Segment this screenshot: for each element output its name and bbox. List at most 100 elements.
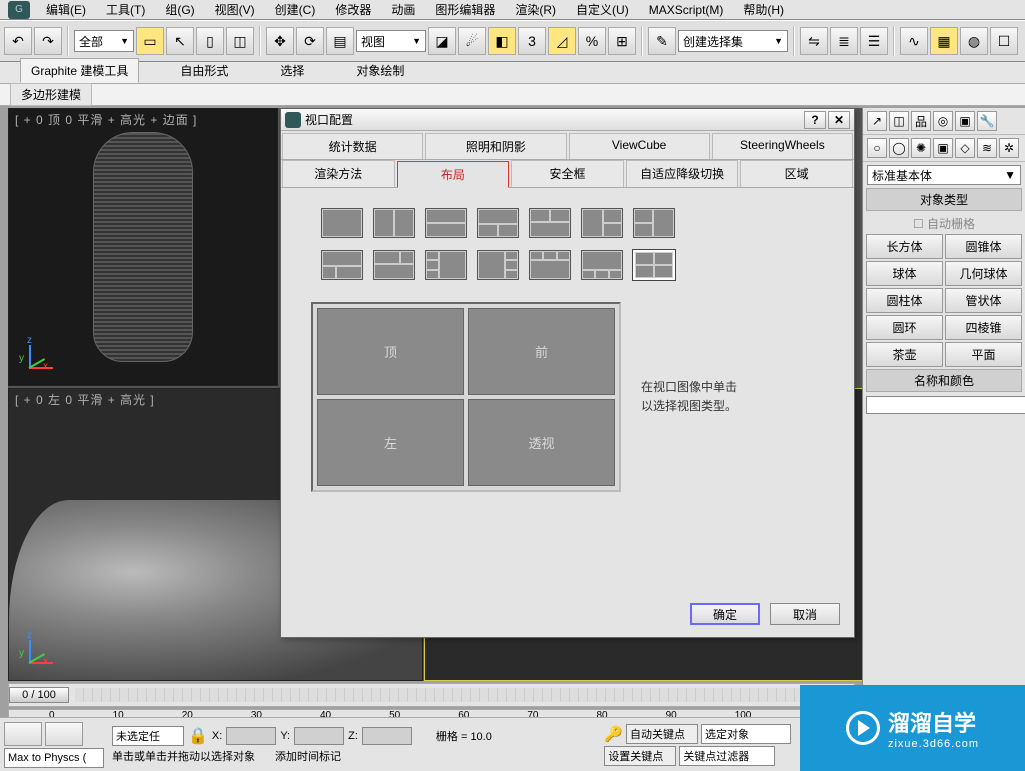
tab-safeframe[interactable]: 安全框 xyxy=(511,160,624,187)
btn-cylinder[interactable]: 圆柱体 xyxy=(866,288,943,313)
tab-viewcube[interactable]: ViewCube xyxy=(569,133,710,159)
tab-lighting[interactable]: 照明和阴影 xyxy=(425,133,566,159)
viewport-top[interactable]: [ + 0 顶 0 平滑 + 高光 + 边面 ] zyx xyxy=(8,108,278,386)
schematic-button[interactable]: ▦ xyxy=(930,27,958,55)
snap3-button[interactable]: 3 xyxy=(518,27,546,55)
select-object-button[interactable]: ▭ xyxy=(136,27,164,55)
layout-opt-2[interactable] xyxy=(373,208,415,238)
dialog-help-button[interactable]: ? xyxy=(804,111,826,129)
refcoord-combo[interactable]: 视图▼ xyxy=(356,30,426,52)
material-editor-button[interactable]: ◍ xyxy=(960,27,988,55)
pivot-button[interactable]: ◪ xyxy=(428,27,456,55)
menu-edit[interactable]: 编辑(E) xyxy=(36,0,96,20)
statusbar-btn-2[interactable] xyxy=(45,722,83,746)
menu-tools[interactable]: 工具(T) xyxy=(96,0,155,20)
layout-opt-5[interactable] xyxy=(529,208,571,238)
btn-box[interactable]: 长方体 xyxy=(866,234,943,259)
time-track[interactable] xyxy=(75,688,848,702)
panel-display-icon[interactable]: ▣ xyxy=(955,111,975,131)
menu-anim[interactable]: 动画 xyxy=(381,0,425,20)
cat-spacewarps-icon[interactable]: ≋ xyxy=(977,138,997,158)
menu-view[interactable]: 视图(V) xyxy=(205,0,265,20)
tab-selection[interactable]: 选择 xyxy=(269,58,315,83)
time-slider[interactable]: 0 / 100 xyxy=(8,683,855,707)
autogrid-checkbox[interactable]: ☐ 自动栅格 xyxy=(863,213,1025,234)
btn-cone[interactable]: 圆锥体 xyxy=(945,234,1022,259)
scale-button[interactable]: ▤ xyxy=(326,27,354,55)
tab-region[interactable]: 区域 xyxy=(740,160,853,187)
curve-editor-button[interactable]: ∿ xyxy=(900,27,928,55)
tab-freeform[interactable]: 自由形式 xyxy=(169,58,239,83)
select-window-button[interactable]: ◫ xyxy=(226,27,254,55)
cat-geometry-icon[interactable]: ○ xyxy=(867,138,887,158)
render-setup-button[interactable]: ☐ xyxy=(990,27,1018,55)
percent-snap-button[interactable]: % xyxy=(578,27,606,55)
layout-opt-1[interactable] xyxy=(321,208,363,238)
selection-lock-combo[interactable]: 未选定任 xyxy=(112,726,184,746)
layout-opt-12[interactable] xyxy=(529,250,571,280)
tab-rendermethod[interactable]: 渲染方法 xyxy=(282,160,395,187)
select-cursor-button[interactable]: ↖ xyxy=(166,27,194,55)
dialog-titlebar[interactable]: 视口配置 ? ✕ xyxy=(281,109,854,131)
snap-toggle-button[interactable]: ◧ xyxy=(488,27,516,55)
selected-obj-combo[interactable]: 选定对象 xyxy=(701,724,791,744)
cat-lights-icon[interactable]: ✺ xyxy=(911,138,931,158)
btn-tube[interactable]: 管状体 xyxy=(945,288,1022,313)
cat-shapes-icon[interactable]: ◯ xyxy=(889,138,909,158)
object-name-input[interactable] xyxy=(866,396,1025,414)
tab-objectpaint[interactable]: 对象绘制 xyxy=(345,58,415,83)
preview-vp-top[interactable]: 顶 xyxy=(317,308,464,395)
subtab-polymodel[interactable]: 多边形建模 xyxy=(10,83,92,106)
mirror-button[interactable]: ⇋ xyxy=(800,27,828,55)
setkey-button[interactable]: 设置关键点 xyxy=(604,746,676,766)
cat-cameras-icon[interactable]: ▣ xyxy=(933,138,953,158)
layout-opt-8[interactable] xyxy=(321,250,363,280)
btn-plane[interactable]: 平面 xyxy=(945,342,1022,367)
btn-pyramid[interactable]: 四棱锥 xyxy=(945,315,1022,340)
menu-help[interactable]: 帮助(H) xyxy=(733,0,794,20)
menu-group[interactable]: 组(G) xyxy=(155,0,204,20)
tab-steeringwheels[interactable]: SteeringWheels xyxy=(712,133,853,159)
menu-grapheditor[interactable]: 图形编辑器 xyxy=(425,0,505,20)
layout-opt-14[interactable] xyxy=(633,250,675,280)
statusbar-btn-1[interactable] xyxy=(4,722,42,746)
btn-sphere[interactable]: 球体 xyxy=(866,261,943,286)
autokey-button[interactable]: 自动关键点 xyxy=(626,724,698,744)
ok-button[interactable]: 确定 xyxy=(690,603,760,625)
panel-motion-icon[interactable]: ◎ xyxy=(933,111,953,131)
preview-vp-front[interactable]: 前 xyxy=(468,308,615,395)
dialog-close-button[interactable]: ✕ xyxy=(828,111,850,129)
rotate-button[interactable]: ⟳ xyxy=(296,27,324,55)
select-rect-button[interactable]: ▯ xyxy=(196,27,224,55)
btn-teapot[interactable]: 茶壶 xyxy=(866,342,943,367)
menu-maxscript[interactable]: MAXScript(M) xyxy=(639,1,734,19)
manip-button[interactable]: ☄ xyxy=(458,27,486,55)
menu-modifier[interactable]: 修改器 xyxy=(325,0,381,20)
angle-snap-button[interactable]: ◿ xyxy=(548,27,576,55)
tab-layout[interactable]: 布局 xyxy=(397,161,510,188)
menu-create[interactable]: 创建(C) xyxy=(265,0,326,20)
category-combo[interactable]: 标准基本体▼ xyxy=(867,165,1021,185)
align-button[interactable]: ≣ xyxy=(830,27,858,55)
btn-torus[interactable]: 圆环 xyxy=(866,315,943,340)
keyfilter-button[interactable]: 关键点过滤器 xyxy=(679,746,775,766)
cancel-button[interactable]: 取消 xyxy=(770,603,840,625)
layout-opt-10[interactable] xyxy=(425,250,467,280)
scope-combo[interactable]: 全部▼ xyxy=(74,30,134,52)
cat-systems-icon[interactable]: ✲ xyxy=(999,138,1019,158)
panel-utilities-icon[interactable]: 🔧 xyxy=(977,111,997,131)
undo-button[interactable]: ↶ xyxy=(4,27,32,55)
spinner-snap-button[interactable]: ⊞ xyxy=(608,27,636,55)
layout-opt-4[interactable] xyxy=(477,208,519,238)
menu-render[interactable]: 渲染(R) xyxy=(505,0,566,20)
layout-opt-11[interactable] xyxy=(477,250,519,280)
panel-create-icon[interactable]: ↗ xyxy=(867,111,887,131)
move-button[interactable]: ✥ xyxy=(266,27,294,55)
layout-opt-13[interactable] xyxy=(581,250,623,280)
layout-opt-9[interactable] xyxy=(373,250,415,280)
redo-button[interactable]: ↷ xyxy=(34,27,62,55)
coord-z-input[interactable] xyxy=(362,727,412,745)
tab-graphite[interactable]: Graphite 建模工具 xyxy=(20,58,139,83)
btn-geosphere[interactable]: 几何球体 xyxy=(945,261,1022,286)
coord-y-input[interactable] xyxy=(294,727,344,745)
